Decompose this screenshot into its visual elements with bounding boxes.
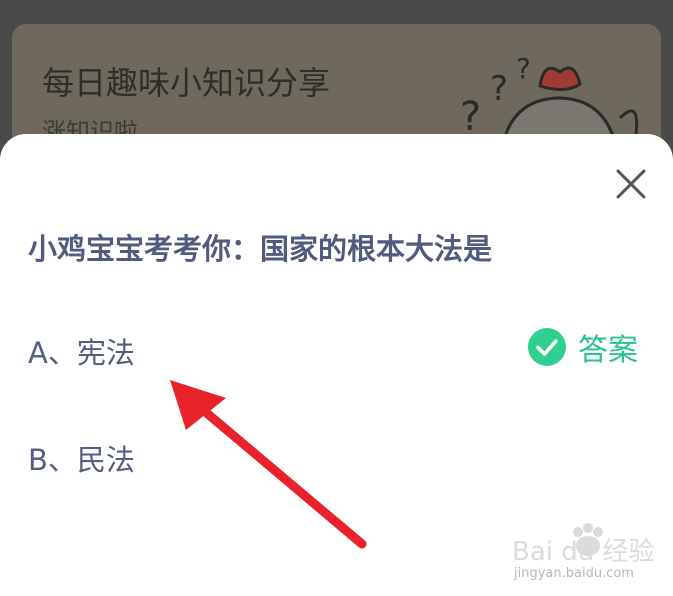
watermark-url: jingyan.baidu.com [514,566,634,581]
answer-label: 答案 [578,333,638,368]
watermark-logo-text: Bai du 经验 [512,537,655,567]
banner-title: 每日趣味小知识分享 [42,64,331,102]
svg-text:?: ? [516,52,531,85]
quiz-question: 小鸡宝宝考考你：国家的根本大法是 [28,232,493,266]
correct-answer-badge: 答案 [528,327,638,368]
check-circle-icon [528,328,566,366]
option-a[interactable]: A、宪法 [28,330,135,372]
svg-text:?: ? [490,69,508,109]
option-b[interactable]: B、民法 [28,437,135,479]
close-icon[interactable] [614,167,648,201]
